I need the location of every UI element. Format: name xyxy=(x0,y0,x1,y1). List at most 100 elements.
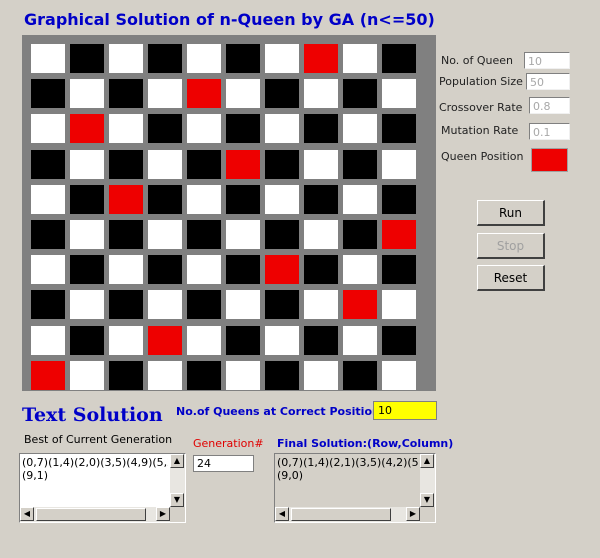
mutation-rate-field[interactable]: 0.1 xyxy=(529,123,570,140)
board-cell[interactable] xyxy=(304,79,338,109)
scroll-down-arrow-icon[interactable]: ▼ xyxy=(170,493,184,507)
scroll-up-arrow-icon[interactable]: ▲ xyxy=(420,454,434,468)
board-cell[interactable] xyxy=(109,220,143,249)
board-cell[interactable] xyxy=(109,255,143,285)
board-cell[interactable] xyxy=(31,220,65,249)
board-cell[interactable] xyxy=(109,360,143,390)
queen-cell[interactable] xyxy=(304,44,338,73)
board-cell[interactable] xyxy=(304,290,338,320)
board-cell[interactable] xyxy=(265,325,299,355)
board-cell[interactable] xyxy=(187,290,221,320)
stop-button[interactable]: Stop xyxy=(477,233,545,259)
board-cell[interactable] xyxy=(187,255,221,285)
queen-cell[interactable] xyxy=(187,79,221,109)
queen-cell[interactable] xyxy=(226,149,260,179)
board-cell[interactable] xyxy=(265,290,299,320)
board-cell[interactable] xyxy=(304,360,338,390)
queen-cell[interactable] xyxy=(31,360,65,390)
num-queens-field[interactable]: 10 xyxy=(524,52,570,69)
board-cell[interactable] xyxy=(343,220,377,249)
board-cell[interactable] xyxy=(343,360,377,390)
board-cell[interactable] xyxy=(109,44,143,73)
scroll-left-arrow-icon[interactable]: ◀ xyxy=(275,507,289,521)
board-cell[interactable] xyxy=(148,220,182,249)
board-cell[interactable] xyxy=(31,79,65,109)
best-vertical-scrollbar[interactable]: ▲ ▼ xyxy=(170,454,185,507)
board-cell[interactable] xyxy=(343,184,377,214)
board-cell[interactable] xyxy=(304,255,338,285)
board-cell[interactable] xyxy=(382,184,416,214)
board-cell[interactable] xyxy=(226,360,260,390)
board-cell[interactable] xyxy=(382,114,416,144)
board-cell[interactable] xyxy=(265,149,299,179)
board-cell[interactable] xyxy=(382,360,416,390)
board-cell[interactable] xyxy=(109,79,143,109)
board-cell[interactable] xyxy=(148,149,182,179)
board-cell[interactable] xyxy=(187,325,221,355)
board-cell[interactable] xyxy=(70,290,104,320)
board-cell[interactable] xyxy=(70,360,104,390)
board-cell[interactable] xyxy=(70,149,104,179)
board-cell[interactable] xyxy=(148,290,182,320)
board-cell[interactable] xyxy=(304,220,338,249)
best-horizontal-scrollbar[interactable]: ◀ ▶ xyxy=(20,507,170,522)
board-cell[interactable] xyxy=(31,184,65,214)
board-cell[interactable] xyxy=(265,44,299,73)
board-cell[interactable] xyxy=(187,44,221,73)
board-cell[interactable] xyxy=(31,44,65,73)
board-cell[interactable] xyxy=(31,114,65,144)
board-cell[interactable] xyxy=(382,325,416,355)
board-cell[interactable] xyxy=(226,220,260,249)
scroll-right-arrow-icon[interactable]: ▶ xyxy=(406,507,420,521)
scroll-right-arrow-icon[interactable]: ▶ xyxy=(156,507,170,521)
board-cell[interactable] xyxy=(382,149,416,179)
queen-cell[interactable] xyxy=(343,290,377,320)
final-vertical-scrollbar[interactable]: ▲ ▼ xyxy=(420,454,435,507)
scroll-thumb[interactable] xyxy=(36,508,146,521)
board-cell[interactable] xyxy=(70,79,104,109)
board-cell[interactable] xyxy=(226,44,260,73)
board-cell[interactable] xyxy=(31,255,65,285)
board-cell[interactable] xyxy=(109,325,143,355)
crossover-rate-field[interactable]: 0.8 xyxy=(529,97,570,114)
board-cell[interactable] xyxy=(187,114,221,144)
board-cell[interactable] xyxy=(304,184,338,214)
board-cell[interactable] xyxy=(109,290,143,320)
board-cell[interactable] xyxy=(187,184,221,214)
best-generation-textarea[interactable]: (0,7)(1,4)(2,0)(3,5)(4,9)(5,2 (9,1) ▲ ▼ … xyxy=(19,453,186,523)
board-cell[interactable] xyxy=(148,255,182,285)
board-cell[interactable] xyxy=(148,184,182,214)
board-cell[interactable] xyxy=(343,114,377,144)
board-cell[interactable] xyxy=(187,220,221,249)
scroll-up-arrow-icon[interactable]: ▲ xyxy=(170,454,184,468)
board-cell[interactable] xyxy=(187,149,221,179)
board-cell[interactable] xyxy=(304,114,338,144)
queen-cell[interactable] xyxy=(148,325,182,355)
board-cell[interactable] xyxy=(31,325,65,355)
board-cell[interactable] xyxy=(226,290,260,320)
board-cell[interactable] xyxy=(382,255,416,285)
run-button[interactable]: Run xyxy=(477,200,545,226)
board-cell[interactable] xyxy=(343,44,377,73)
population-size-field[interactable]: 50 xyxy=(526,73,570,90)
board-cell[interactable] xyxy=(382,44,416,73)
board-cell[interactable] xyxy=(70,44,104,73)
board-cell[interactable] xyxy=(70,220,104,249)
final-horizontal-scrollbar[interactable]: ◀ ▶ xyxy=(275,507,420,522)
queen-cell[interactable] xyxy=(382,220,416,249)
board-cell[interactable] xyxy=(226,114,260,144)
board-cell[interactable] xyxy=(148,44,182,73)
board-cell[interactable] xyxy=(109,114,143,144)
scroll-down-arrow-icon[interactable]: ▼ xyxy=(420,493,434,507)
board-cell[interactable] xyxy=(226,79,260,109)
board-cell[interactable] xyxy=(265,360,299,390)
board-cell[interactable] xyxy=(265,220,299,249)
board-cell[interactable] xyxy=(148,360,182,390)
board-cell[interactable] xyxy=(226,255,260,285)
board-cell[interactable] xyxy=(148,114,182,144)
queen-cell[interactable] xyxy=(109,184,143,214)
reset-button[interactable]: Reset xyxy=(477,265,545,291)
queen-cell[interactable] xyxy=(70,114,104,144)
board-cell[interactable] xyxy=(265,79,299,109)
board-cell[interactable] xyxy=(109,149,143,179)
